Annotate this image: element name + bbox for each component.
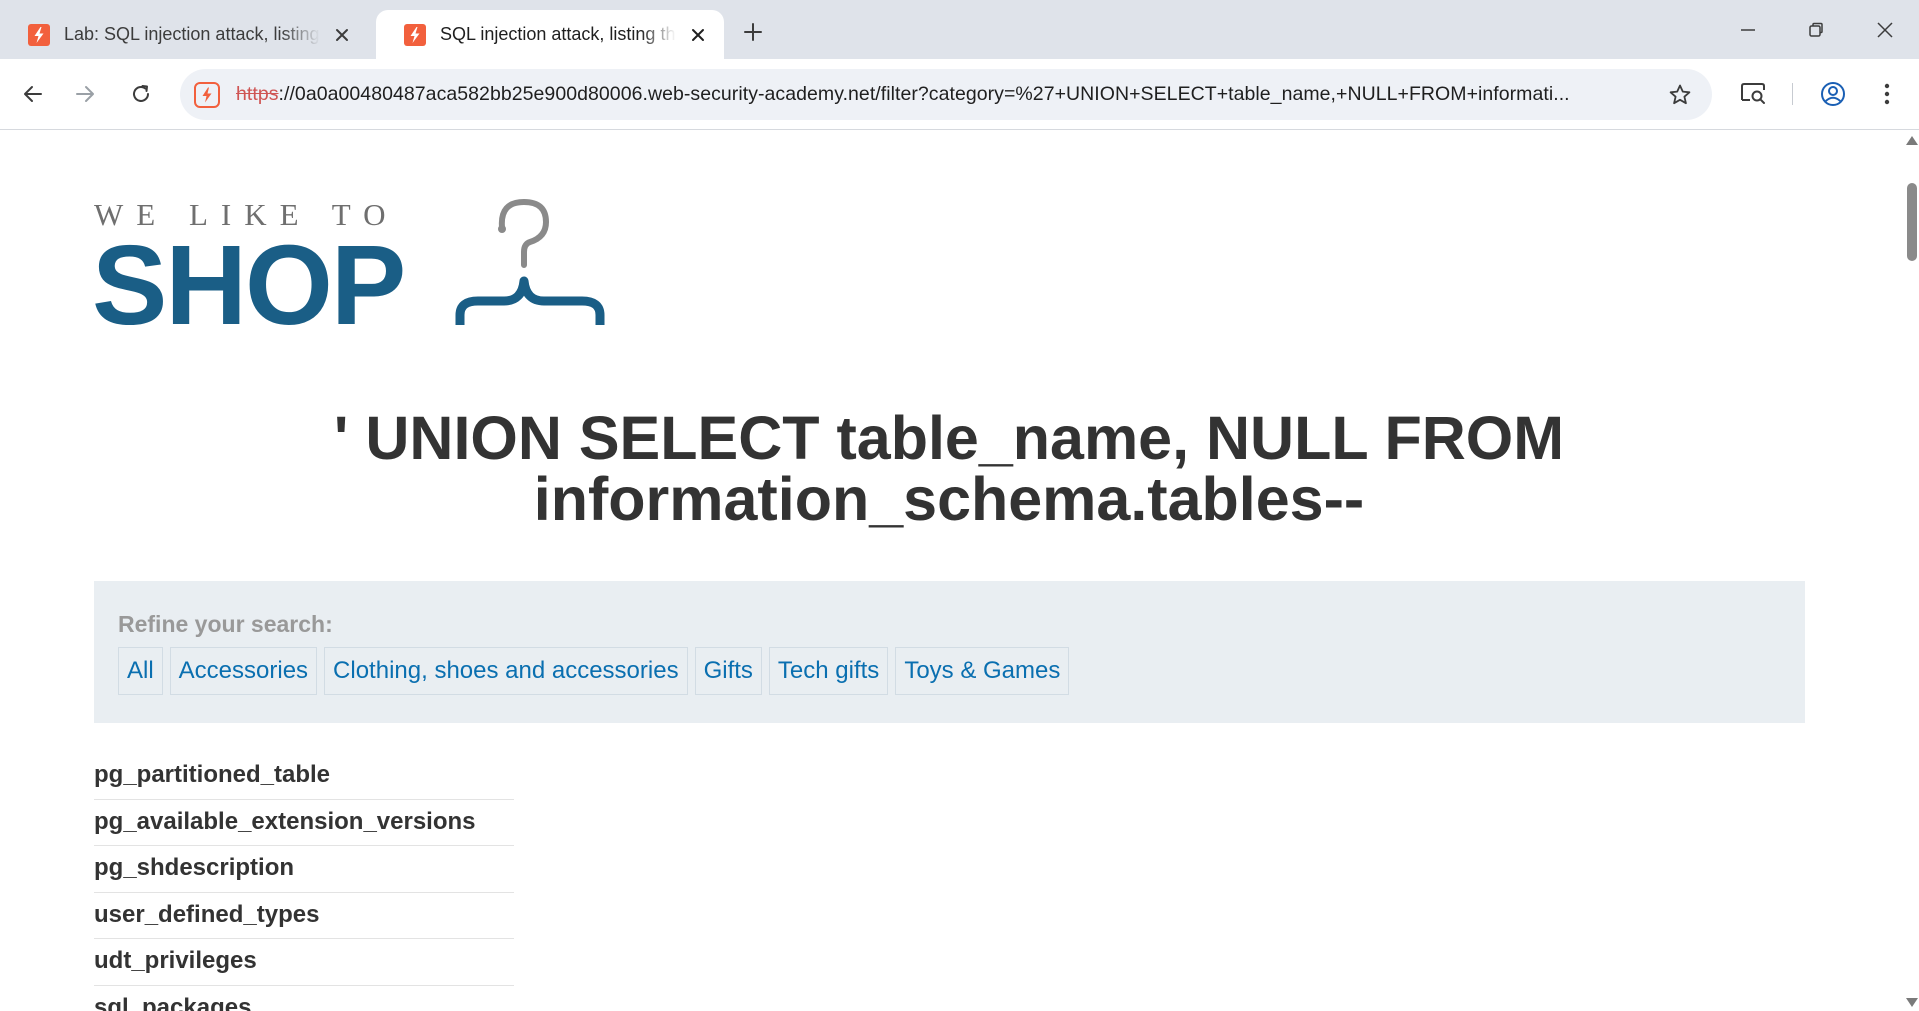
restore-icon[interactable] xyxy=(1796,10,1836,50)
minimize-icon[interactable] xyxy=(1728,10,1768,50)
hanger-icon xyxy=(455,198,605,325)
table-row: pg_available_extension_versions xyxy=(94,800,514,846)
reload-icon[interactable] xyxy=(122,75,160,113)
filter-link-accessories[interactable]: Accessories xyxy=(169,647,318,695)
new-tab-plus-icon[interactable] xyxy=(739,18,767,46)
filter-panel: Refine your search: All Accessories Clot… xyxy=(94,581,1805,723)
page-title: ' UNION SELECT table_name, NULL FROM inf… xyxy=(94,408,1804,530)
table-row: user_defined_types xyxy=(94,893,514,939)
site-info-icon[interactable] xyxy=(192,80,222,110)
bookmark-star-icon[interactable] xyxy=(1666,81,1694,109)
table-row: pg_shdescription xyxy=(94,846,514,893)
toolbar-separator xyxy=(1792,83,1793,105)
filter-link-clothing[interactable]: Clothing, shoes and accessories xyxy=(324,647,688,695)
filter-link-all[interactable]: All xyxy=(118,647,163,695)
filter-link-toys-games[interactable]: Toys & Games xyxy=(895,647,1070,695)
close-tab-icon[interactable] xyxy=(330,23,354,47)
cast-search-icon[interactable] xyxy=(1734,75,1772,113)
vertical-scrollbar[interactable] xyxy=(1905,131,1919,1011)
more-menu-icon[interactable] xyxy=(1868,75,1906,113)
filter-link-tech-gifts[interactable]: Tech gifts xyxy=(768,647,889,695)
table-row: sql_packages xyxy=(94,986,514,1011)
url-scheme: https xyxy=(236,83,279,105)
scroll-up-arrow-icon[interactable] xyxy=(1906,136,1918,145)
tab-title: Lab: SQL injection attack, listing the d… xyxy=(64,24,320,44)
results-table: pg_partitioned_table pg_available_extens… xyxy=(94,753,514,1011)
address-bar[interactable]: https://0a0a00480487aca582bb25e900d80006… xyxy=(180,69,1712,120)
table-row: udt_privileges xyxy=(94,939,514,986)
tab-sql-injection[interactable]: SQL injection attack, listing the databa… xyxy=(376,10,724,59)
forward-arrow-icon[interactable] xyxy=(66,75,104,113)
close-tab-icon[interactable] xyxy=(686,23,710,47)
profile-icon[interactable] xyxy=(1814,75,1852,113)
scroll-down-arrow-icon[interactable] xyxy=(1906,998,1918,1007)
page-title-line-1: ' UNION SELECT table_name, NULL FROM xyxy=(333,404,1565,472)
table-row: pg_partitioned_table xyxy=(94,753,514,800)
portswigger-favicon-icon xyxy=(404,23,426,46)
filter-link-gifts[interactable]: Gifts xyxy=(694,647,762,695)
page-viewport: WE LIKE TO SHOP ' UNION SELECT table_nam… xyxy=(0,131,1919,1011)
filter-label: Refine your search: xyxy=(118,611,333,637)
tab-strip: Lab: SQL injection attack, listing the d… xyxy=(0,0,1919,59)
close-window-icon[interactable] xyxy=(1865,10,1905,50)
portswigger-favicon-icon xyxy=(28,23,50,46)
page-title-line-2: information_schema.tables-- xyxy=(533,465,1365,533)
tab-title: SQL injection attack, listing the databa… xyxy=(440,24,676,44)
logo-brand: SHOP xyxy=(92,222,406,348)
back-arrow-icon[interactable] xyxy=(14,75,52,113)
scroll-thumb[interactable] xyxy=(1907,183,1917,261)
url-text[interactable]: https://0a0a00480487aca582bb25e900d80006… xyxy=(236,83,1644,106)
filter-links: All Accessories Clothing, shoes and acce… xyxy=(118,647,1076,695)
tab-lab[interactable]: Lab: SQL injection attack, listing the d… xyxy=(0,10,368,59)
shop-logo[interactable]: WE LIKE TO SHOP xyxy=(92,197,632,342)
url-rest: ://0a0a00480487aca582bb25e900d80006.web-… xyxy=(278,83,1570,105)
browser-toolbar: https://0a0a00480487aca582bb25e900d80006… xyxy=(0,59,1919,130)
